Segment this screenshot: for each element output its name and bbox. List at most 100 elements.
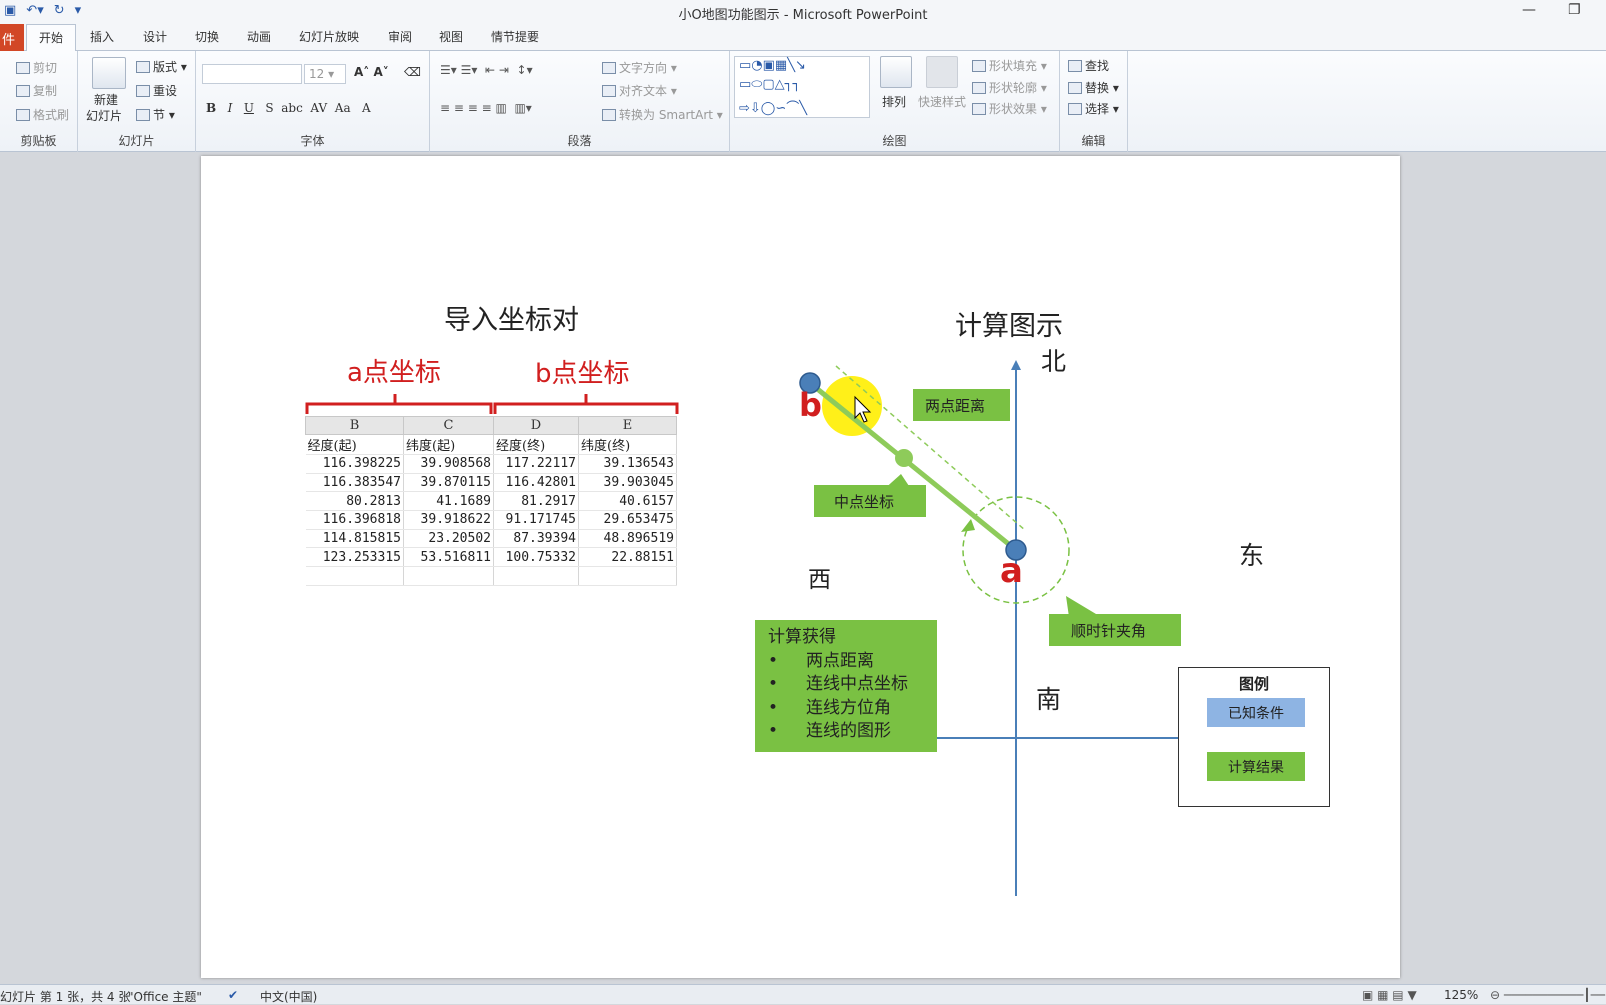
file-tab[interactable]: 件 [0,24,24,51]
tab-transitions[interactable]: 切换 [195,28,219,45]
list-buttons[interactable]: ☰▾ ☰▾ ⇤ ⇥ ↕▾ [440,63,533,77]
tab-animations[interactable]: 动画 [247,28,271,45]
table-cell[interactable]: 29.653475 [578,510,677,530]
font-name-combo[interactable] [202,64,302,84]
clear-format-icon[interactable]: ⌫ [404,65,421,79]
point-a-label[interactable]: a [1000,551,1023,591]
column-header-c[interactable]: C [403,416,494,435]
column-header-e[interactable]: E [578,416,677,435]
table-cell[interactable]: 116.398225 [305,454,404,474]
distance-callout[interactable]: 两点距离 [913,389,1010,421]
tab-storyboard[interactable]: 情节提要 [491,28,539,45]
slide-canvas[interactable]: 导入坐标对 a点坐标 b点坐标 B C D E 经度(起) 纬度(起) 经度(终… [201,156,1400,978]
align-text-button[interactable]: 对齐文本 ▾ [602,82,677,99]
replace-icon [1068,82,1082,94]
quick-styles-button[interactable]: 快速样式 [918,93,966,110]
arrange-icon[interactable] [880,56,912,88]
new-slide-icon[interactable] [92,57,126,89]
table-cell[interactable]: 91.171745 [493,510,579,530]
restore-button[interactable]: ❐ [1568,2,1581,18]
theme-name[interactable]: "Office 主题" [128,988,202,1005]
smartart-button[interactable]: 转换为 SmartArt ▾ [602,106,723,123]
table-cell[interactable] [578,566,677,586]
tab-slideshow[interactable]: 幻灯片放映 [299,28,359,45]
table-cell[interactable]: 116.42801 [493,473,579,493]
language-indicator[interactable]: 中文(中国) [260,988,317,1005]
view-buttons[interactable]: ▣ ▦ ▤ ▼ [1362,988,1417,1002]
shape-outline-button[interactable]: 形状轮廓 ▾ [972,79,1047,96]
spellcheck-icon[interactable]: ✔ [228,988,238,1002]
table-cell[interactable]: 39.136543 [578,454,677,474]
legend-box[interactable]: 图例 已知条件 计算结果 [1178,667,1330,807]
table-cell[interactable]: 80.2813 [305,491,404,512]
section-button[interactable]: 节 ▾ [136,106,175,123]
right-title[interactable]: 计算图示 [955,304,1063,343]
tab-review[interactable]: 审阅 [388,28,412,45]
arrange-button[interactable]: 排列 [882,93,906,110]
table-cell[interactable]: 87.39394 [493,529,579,549]
table-cell[interactable]: 纬度(起) [403,434,494,455]
table-cell[interactable]: 39.908568 [403,454,494,474]
find-button[interactable]: 查找 [1068,57,1109,74]
point-b-label[interactable]: b [799,386,822,424]
grow-font-icon[interactable]: A˄ A˅ [354,65,389,79]
table-cell[interactable]: 100.75332 [493,547,579,568]
table-cell[interactable] [493,566,579,586]
table-cell[interactable]: 39.903045 [578,473,677,493]
replace-button[interactable]: 替换 ▾ [1068,79,1119,96]
minimize-button[interactable]: — [1522,2,1536,18]
table-cell[interactable]: 39.918622 [403,510,494,530]
east-label[interactable]: 东 [1239,536,1264,572]
new-slide-label-2[interactable]: 幻灯片 [86,107,122,124]
column-header-b[interactable]: B [305,416,404,435]
tab-view[interactable]: 视图 [439,28,463,45]
table-cell[interactable]: 117.22117 [493,454,579,474]
table-cell[interactable]: 经度(终) [493,434,579,455]
table-cell[interactable]: 41.1689 [403,491,494,512]
cut-button[interactable]: 剪切 [16,59,57,76]
format-painter-button[interactable]: 格式刷 [16,106,69,123]
tab-insert[interactable]: 插入 [90,28,114,45]
coordinate-table[interactable]: B C D E 经度(起) 纬度(起) 经度(终) 纬度(终) 116.3982… [305,416,677,586]
layout-button[interactable]: 版式 ▾ [136,58,187,75]
angle-callout[interactable]: 顺时针夹角 [1049,614,1181,646]
select-button[interactable]: 选择 ▾ [1068,100,1119,117]
midpoint-callout[interactable]: 中点坐标 [814,485,926,517]
south-label[interactable]: 南 [1036,680,1061,716]
font-size-combo[interactable]: 12 ▾ [304,64,346,84]
scissors-icon [16,62,30,74]
results-box[interactable]: 计算获得 • 两点距离 • 连线中点坐标 • 连线方位角 • 连线的图形 [755,620,937,752]
new-slide-label-1[interactable]: 新建 [94,91,118,108]
zoom-slider[interactable]: ⊖ ───────────┃── ⊕ [1490,988,1606,1002]
table-cell[interactable] [305,566,404,586]
table-cell[interactable]: 114.815815 [305,529,404,549]
table-cell[interactable]: 经度(起) [305,434,404,455]
font-style-buttons[interactable]: B I U S abc AV Aa A [206,101,371,115]
quick-styles-icon[interactable] [926,56,958,88]
shape-effects-button[interactable]: 形状效果 ▾ [972,100,1047,117]
column-header-d[interactable]: D [493,416,579,435]
alignment-buttons[interactable]: ≡ ≡ ≡ ≡ ▥ ▥▾ [440,101,532,115]
tab-home[interactable]: 开始 [26,24,77,52]
north-label[interactable]: 北 [1041,342,1066,378]
table-cell[interactable]: 39.870115 [403,473,494,493]
text-direction-button[interactable]: 文字方向 ▾ [602,59,677,76]
table-cell[interactable]: 53.516811 [403,547,494,568]
shapes-gallery[interactable]: ▭◔▣▦╲↘ ▭⬭▢△┐┐ ⇨⇩◯∽⌒╲ [734,56,870,118]
tab-design[interactable]: 设计 [143,28,167,45]
table-cell[interactable] [403,566,494,586]
shape-fill-button[interactable]: 形状填充 ▾ [972,57,1047,74]
table-cell[interactable]: 40.6157 [578,491,677,512]
table-cell[interactable]: 23.20502 [403,529,494,549]
west-label[interactable]: 西 [808,560,831,594]
zoom-level[interactable]: 125% [1444,988,1478,1002]
table-cell[interactable]: 22.88151 [578,547,677,568]
table-cell[interactable]: 48.896519 [578,529,677,549]
table-cell[interactable]: 116.396818 [305,510,404,530]
table-cell[interactable]: 81.2917 [493,491,579,512]
table-cell[interactable]: 纬度(终) [578,434,677,455]
table-cell[interactable]: 116.383547 [305,473,404,493]
reset-button[interactable]: 重设 [136,82,177,99]
table-cell[interactable]: 123.253315 [305,547,404,568]
copy-button[interactable]: 复制 [16,82,57,99]
